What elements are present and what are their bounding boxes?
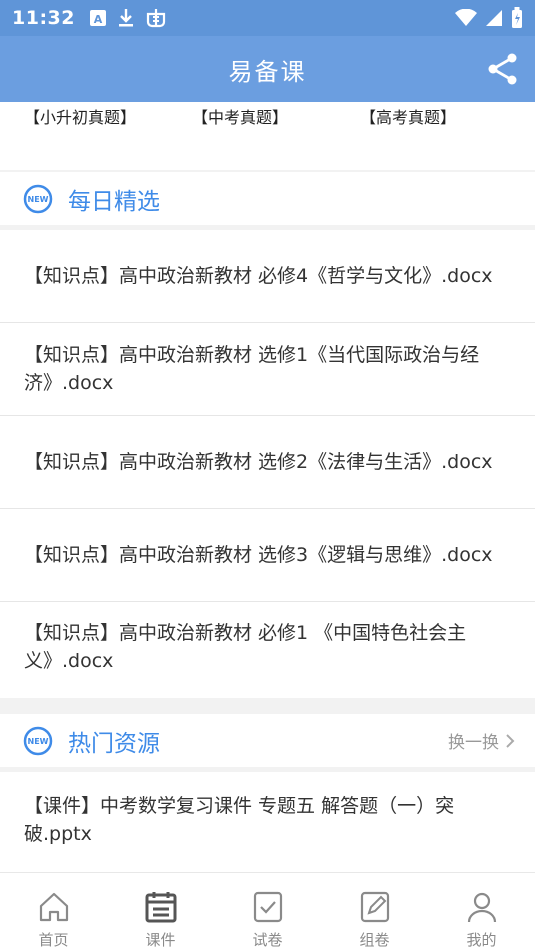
list-item-label: 【知识点】高中政治新教材 必修4《哲学与文化》.docx	[24, 265, 493, 287]
svg-text:A: A	[94, 13, 103, 26]
link-zhongkao[interactable]: 【中考真题】	[192, 104, 360, 128]
status-bar: 11:32 A	[0, 0, 535, 36]
list-item[interactable]: 【知识点】高中政治新教材 选修3《逻辑与思维》.docx	[0, 509, 535, 602]
font-notification-icon: A	[89, 10, 106, 26]
hot-title: 热门资源	[68, 730, 160, 757]
courseware-icon	[145, 892, 176, 923]
signal-icon	[486, 10, 502, 26]
exam-links-section: 【小升初真题】 【中考真题】 【高考真题】	[0, 102, 535, 170]
hot-section: NEW 热门资源 换一换 【课件】中考数学复习课件 专题五 解答题（一）突破.p…	[0, 714, 535, 872]
new-badge-icon: NEW	[23, 184, 53, 213]
wifi-icon	[455, 9, 477, 26]
app-header: 易备课	[0, 36, 535, 102]
list-item[interactable]: 【知识点】高中政治新教材 选修1《当代国际政治与经济》.docx	[0, 323, 535, 416]
link-xiaoshengchu[interactable]: 【小升初真题】	[24, 104, 192, 128]
daily-title: 每日精选	[68, 188, 160, 215]
daily-section: NEW 每日精选 【知识点】高中政治新教材 必修4《哲学与文化》.docx 【知…	[0, 172, 535, 698]
tab-label: 课件	[145, 931, 176, 949]
bug-icon	[146, 9, 166, 28]
hot-header: NEW 热门资源 换一换	[0, 714, 535, 772]
tab-label: 组卷	[359, 931, 390, 949]
compose-icon	[360, 891, 389, 923]
tab-profile[interactable]: 我的	[428, 873, 535, 952]
status-time: 11:32	[12, 7, 75, 29]
tab-compose[interactable]: 组卷	[321, 873, 428, 952]
tab-exam[interactable]: 试卷	[214, 873, 321, 952]
tab-courseware[interactable]: 课件	[107, 873, 214, 952]
home-icon	[39, 892, 68, 922]
daily-header: NEW 每日精选	[0, 172, 535, 230]
tab-home[interactable]: 首页	[0, 873, 107, 952]
tab-label: 我的	[466, 931, 497, 949]
battery-icon	[512, 7, 522, 28]
list-item-label: 【知识点】高中政治新教材 选修3《逻辑与思维》.docx	[24, 544, 493, 566]
profile-icon	[467, 892, 496, 923]
page-title: 易备课	[228, 57, 307, 86]
list-item-label: 【课件】中考数学复习课件 专题五 解答题（一）突破.pptx	[24, 794, 455, 845]
tab-label: 首页	[38, 931, 69, 949]
bottom-tab-bar: 首页 课件 试卷 组卷 我的	[0, 872, 535, 952]
download-icon	[118, 9, 133, 27]
refresh-button[interactable]: 换一换	[448, 728, 515, 753]
chevron-right-icon	[506, 733, 515, 748]
list-item[interactable]: 【课件】中考数学复习课件 专题五 解答题（一）突破.pptx	[0, 772, 535, 867]
svg-text:NEW: NEW	[28, 737, 49, 746]
list-item[interactable]: 【知识点】高中政治新教材 选修2《法律与生活》.docx	[0, 416, 535, 509]
link-gaokao[interactable]: 【高考真题】	[360, 104, 528, 128]
list-item[interactable]: 【知识点】高中政治新教材 必修4《哲学与文化》.docx	[0, 230, 535, 323]
tab-label: 试卷	[252, 931, 283, 949]
new-badge-icon: NEW	[23, 726, 53, 755]
list-item-label: 【知识点】高中政治新教材 必修1 《中国特色社会主义》.docx	[24, 622, 467, 672]
refresh-label: 换一换	[448, 733, 499, 753]
svg-text:NEW: NEW	[28, 195, 49, 204]
share-icon[interactable]	[485, 51, 521, 87]
list-item[interactable]: 【知识点】高中政治新教材 必修1 《中国特色社会主义》.docx	[0, 602, 535, 692]
list-item-label: 【知识点】高中政治新教材 选修1《当代国际政治与经济》.docx	[24, 344, 480, 394]
exam-icon	[253, 891, 282, 923]
list-item-label: 【知识点】高中政治新教材 选修2《法律与生活》.docx	[24, 451, 493, 473]
